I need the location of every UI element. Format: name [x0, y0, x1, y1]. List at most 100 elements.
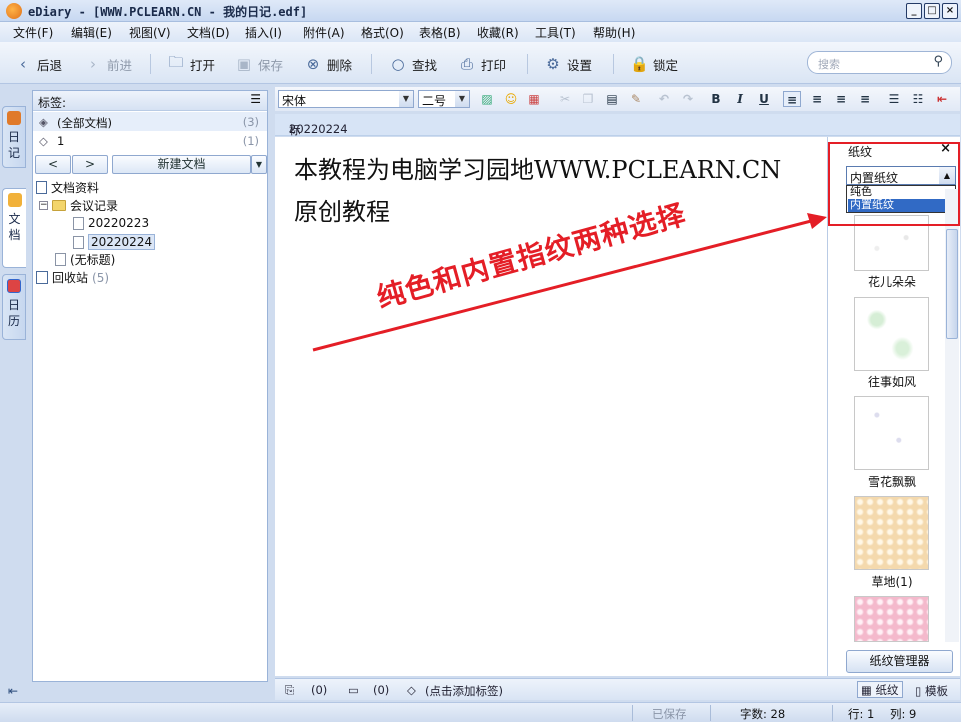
- diary-icon: [7, 111, 21, 125]
- recycle-bin-icon: [36, 271, 48, 284]
- find-button[interactable]: ○ 查找: [389, 54, 437, 74]
- italic-button[interactable]: I: [731, 91, 749, 107]
- indent-icon[interactable]: ⇤: [933, 91, 951, 107]
- paper-thumb-grass[interactable]: [854, 496, 929, 570]
- forward-button[interactable]: › 前进: [84, 54, 132, 74]
- menu-tools[interactable]: 工具(T): [535, 24, 576, 41]
- menu-document[interactable]: 文档(D): [187, 24, 230, 41]
- tag-icon: ◈: [39, 115, 48, 129]
- paste-icon[interactable]: ▤: [603, 91, 621, 107]
- tree-recycle-bin[interactable]: 回收站 (5): [36, 269, 109, 286]
- menu-edit[interactable]: 编辑(E): [71, 24, 112, 41]
- undo-icon[interactable]: ↶: [655, 91, 673, 107]
- tree-doc-20220224[interactable]: 20220224: [73, 234, 156, 250]
- document-panel: 标签: ☰ ◈ (全部文档) (3) ◇ 1 (1) < > 新建文档 ▼ 文档…: [32, 90, 268, 682]
- documents-icon: [7, 193, 22, 207]
- back-button[interactable]: ‹ 后退: [14, 54, 62, 74]
- paper-thumb-snow[interactable]: [854, 396, 929, 470]
- collapse-icon[interactable]: −: [39, 201, 48, 210]
- redo-icon[interactable]: ↷: [679, 91, 697, 107]
- calendar-icon: [7, 279, 21, 293]
- paper-tab-icon: ▦: [861, 683, 872, 697]
- copy-icon[interactable]: ❐: [579, 91, 597, 107]
- search-input[interactable]: 搜索 ⚲: [807, 51, 952, 74]
- tree-root[interactable]: 文档资料: [36, 179, 99, 196]
- menu-bar: 文件(F) 编辑(E) 视图(V) 文档(D) 插入(I) 附件(A) 格式(O…: [0, 22, 961, 42]
- tab-template[interactable]: ▯ 模板: [915, 683, 948, 699]
- comment-count: (0): [373, 683, 390, 697]
- save-button[interactable]: ▣ 保存: [235, 54, 283, 74]
- tag-header: 标签: ☰: [33, 91, 267, 111]
- align-justify-icon[interactable]: ≡: [856, 91, 874, 107]
- numbered-list-icon[interactable]: ☷: [909, 91, 927, 107]
- highlight-box: [828, 142, 960, 226]
- print-button[interactable]: ⎙ 打印: [458, 54, 506, 74]
- menu-table[interactable]: 表格(B): [419, 24, 461, 41]
- tree-doc-untitled[interactable]: (无标题): [55, 251, 115, 268]
- app-logo-icon: [6, 3, 22, 19]
- collapse-sidebar-icon[interactable]: ⇤: [8, 684, 18, 698]
- tag-item-1[interactable]: ◇ 1 (1): [33, 131, 267, 150]
- insert-image-icon[interactable]: ▨: [478, 91, 496, 107]
- dropdown-arrow-icon: ▼: [399, 91, 413, 107]
- window-title: eDiary - [WWW.PCLEARN.CN - 我的日记.edf]: [28, 5, 308, 19]
- status-saved: 已保存: [652, 707, 687, 721]
- paper-manager-button[interactable]: 纸纹管理器: [846, 650, 953, 673]
- document-icon: [55, 253, 66, 266]
- tag-menu-icon[interactable]: ☰: [250, 92, 261, 106]
- status-row: 行: 1: [848, 707, 875, 721]
- tree-folder-meetings[interactable]: − 会议记录: [39, 197, 118, 214]
- prev-doc-button[interactable]: <: [35, 155, 71, 174]
- magnifier-icon: ○: [391, 55, 405, 73]
- tab-calendar[interactable]: 日历: [2, 274, 26, 340]
- font-family-select[interactable]: 宋体 ▼: [278, 90, 414, 108]
- paper-thumb-pink[interactable]: [854, 596, 929, 642]
- menu-favorites[interactable]: 收藏(R): [477, 24, 519, 41]
- delete-button[interactable]: ⊗ 删除: [304, 54, 352, 74]
- add-tag-link[interactable]: (点击添加标签): [425, 683, 503, 699]
- tab-documents[interactable]: 文档: [2, 188, 26, 268]
- tree-doc-20220223[interactable]: 20220223: [73, 216, 149, 230]
- menu-help[interactable]: 帮助(H): [593, 24, 635, 41]
- align-right-icon[interactable]: ≡: [832, 91, 850, 107]
- folder-icon: [52, 200, 66, 211]
- underline-button[interactable]: U: [755, 91, 773, 107]
- menu-format[interactable]: 格式(O): [361, 24, 404, 41]
- close-button[interactable]: ×: [942, 3, 958, 19]
- emoticon-icon[interactable]: ☺: [502, 91, 520, 107]
- insert-date-icon[interactable]: ▦: [525, 91, 543, 107]
- font-size-select[interactable]: 二号 ▼: [418, 90, 470, 108]
- next-doc-button[interactable]: >: [72, 155, 108, 174]
- align-center-icon[interactable]: ≡: [808, 91, 826, 107]
- menu-view[interactable]: 视图(V): [129, 24, 171, 41]
- tab-diary[interactable]: 日记: [2, 106, 26, 168]
- paper-scrollbar[interactable]: [945, 189, 959, 642]
- bold-button[interactable]: B: [707, 91, 725, 107]
- paper-thumb-wind[interactable]: [854, 297, 929, 371]
- minimize-button[interactable]: _: [906, 3, 922, 19]
- save-icon: ▣: [236, 55, 252, 73]
- menu-attachment[interactable]: 附件(A): [303, 24, 345, 41]
- menu-insert[interactable]: 插入(I): [245, 24, 282, 41]
- format-painter-icon[interactable]: ✎: [627, 91, 645, 107]
- new-document-button[interactable]: 新建文档: [112, 155, 251, 174]
- settings-button[interactable]: ⚙ 设置: [544, 54, 592, 74]
- tab-paper[interactable]: ▦ 纸纹: [857, 681, 903, 698]
- maximize-button[interactable]: □: [924, 3, 940, 19]
- tag-item-all[interactable]: ◈ (全部文档) (3): [33, 112, 267, 131]
- document-icon: [73, 235, 84, 249]
- open-button[interactable]: 🗀 打开: [167, 53, 215, 74]
- comment-icon[interactable]: ▭: [348, 683, 359, 697]
- lock-button[interactable]: 🔒 锁定: [630, 54, 678, 74]
- doc-title-bar[interactable]: 标题: 20220224: [275, 114, 960, 153]
- editor-area[interactable]: 本教程为电脑学习园地WWW.PCLEARN.CN 原创教程: [275, 137, 827, 676]
- search-icon[interactable]: ⚲: [933, 54, 943, 69]
- new-document-dropdown[interactable]: ▼: [251, 155, 267, 174]
- bullet-list-icon[interactable]: ☰: [885, 91, 903, 107]
- scroll-thumb[interactable]: [946, 229, 958, 339]
- cut-icon[interactable]: ✂: [556, 91, 574, 107]
- document-icon: [73, 216, 84, 230]
- menu-file[interactable]: 文件(F): [13, 24, 53, 41]
- attachment-icon[interactable]: ⎘: [285, 683, 294, 698]
- align-left-icon[interactable]: ≡: [783, 91, 801, 107]
